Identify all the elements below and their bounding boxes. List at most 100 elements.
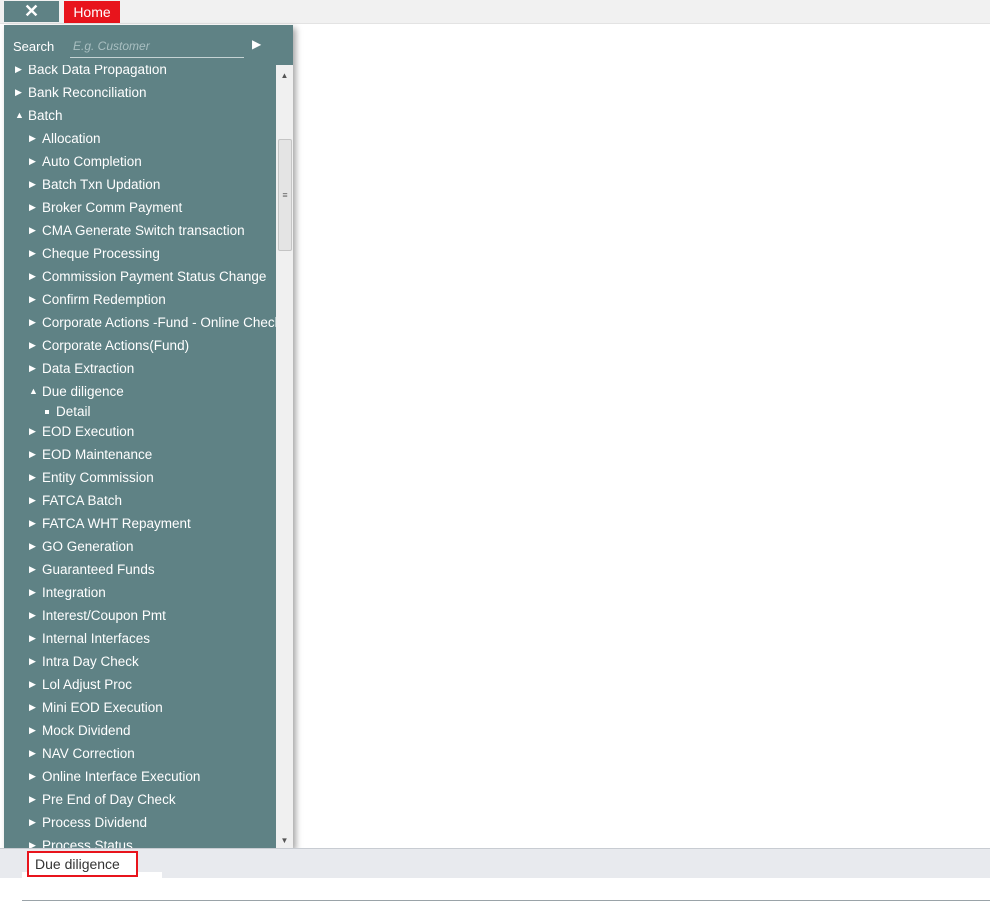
menu-item-label: Intra Day Check (42, 654, 139, 669)
menu-item-bank-reconciliation[interactable]: ▶ Bank Reconciliation (4, 81, 276, 104)
menu-item-auto-completion[interactable]: ▶ Auto Completion (4, 150, 276, 173)
home-tab-label: Home (73, 4, 111, 20)
menu-item-online-interface-execution[interactable]: ▶ Online Interface Execution (4, 765, 276, 788)
collapsed-arrow-icon[interactable]: ▶ (29, 420, 39, 443)
collapsed-arrow-icon[interactable]: ▶ (29, 811, 39, 834)
menu-item-label: Mini EOD Execution (42, 700, 163, 715)
scroll-thumb[interactable]: ≡ (278, 139, 292, 251)
collapsed-arrow-icon[interactable]: ▶ (29, 443, 39, 466)
menu-item-integration[interactable]: ▶ Integration (4, 581, 276, 604)
menu-item-batch[interactable]: ▲ Batch (4, 104, 276, 127)
collapsed-arrow-icon[interactable]: ▶ (29, 242, 39, 265)
menu-item-label: FATCA WHT Repayment (42, 516, 191, 531)
collapsed-arrow-icon[interactable]: ▶ (29, 581, 39, 604)
menu-item-label: Lol Adjust Proc (42, 677, 133, 692)
expanded-arrow-icon[interactable]: ▲ (15, 104, 25, 127)
collapsed-arrow-icon[interactable]: ▶ (29, 512, 39, 535)
collapsed-arrow-icon[interactable]: ▶ (29, 489, 39, 512)
menu-item-label: Corporate Actions(Fund) (42, 338, 190, 353)
collapsed-arrow-icon[interactable]: ▶ (29, 673, 39, 696)
task-tab-label: Due diligence (35, 856, 120, 872)
menu-item-lol-adjust-proc[interactable]: ▶ Lol Adjust Proc (4, 673, 276, 696)
menu-item-mock-dividend[interactable]: ▶ Mock Dividend (4, 719, 276, 742)
collapsed-arrow-icon[interactable]: ▶ (15, 81, 25, 104)
collapsed-arrow-icon[interactable]: ▶ (29, 466, 39, 489)
menu-item-broker-comm-payment[interactable]: ▶ Broker Comm Payment (4, 196, 276, 219)
collapsed-arrow-icon[interactable]: ▶ (29, 196, 39, 219)
collapsed-arrow-icon[interactable]: ▶ (15, 65, 25, 81)
play-icon[interactable]: ▶ (252, 37, 266, 53)
collapsed-arrow-icon[interactable]: ▶ (29, 742, 39, 765)
menu-item-fatca-batch[interactable]: ▶ FATCA Batch (4, 489, 276, 512)
menu-item-corporate-actions-fund-online-check[interactable]: ▶ Corporate Actions -Fund - Online Check (4, 311, 276, 334)
collapsed-arrow-icon[interactable]: ▶ (29, 650, 39, 673)
menu-item-mini-eod-execution[interactable]: ▶ Mini EOD Execution (4, 696, 276, 719)
menu-item-label: Integration (42, 585, 106, 600)
collapsed-arrow-icon[interactable]: ▶ (29, 311, 39, 334)
collapsed-arrow-icon[interactable]: ▶ (29, 334, 39, 357)
menu-item-batch-txn-updation[interactable]: ▶ Batch Txn Updation (4, 173, 276, 196)
collapsed-arrow-icon[interactable]: ▶ (29, 535, 39, 558)
menu-item-back-data-propagation[interactable]: ▶ Back Data Propagation (4, 65, 276, 81)
menu-item-eod-execution[interactable]: ▶ EOD Execution (4, 420, 276, 443)
menu-item-interest-coupon-pmt[interactable]: ▶ Interest/Coupon Pmt (4, 604, 276, 627)
collapsed-arrow-icon[interactable]: ▶ (29, 357, 39, 380)
collapsed-arrow-icon[interactable]: ▶ (29, 173, 39, 196)
menu-item-eod-maintenance[interactable]: ▶ EOD Maintenance (4, 443, 276, 466)
expanded-arrow-icon[interactable]: ▲ (29, 380, 39, 403)
menu-item-entity-commission[interactable]: ▶ Entity Commission (4, 466, 276, 489)
scroll-down-arrow-icon[interactable]: ▼ (276, 832, 293, 848)
collapsed-arrow-icon[interactable]: ▶ (29, 127, 39, 150)
menu-tree-list: ▶ Back Data Propagation ▶ Bank Reconciliati… (4, 65, 276, 848)
menu-item-guaranteed-funds[interactable]: ▶ Guaranteed Funds (4, 558, 276, 581)
menu-item-label: CMA Generate Switch transaction (42, 223, 245, 238)
close-button[interactable]: ✕ (4, 1, 59, 22)
menu-item-label: Data Extraction (42, 361, 135, 376)
menu-item-pre-end-of-day-check[interactable]: ▶ Pre End of Day Check (4, 788, 276, 811)
menu-item-label: Allocation (42, 131, 101, 146)
bottom-task-bar (0, 848, 990, 878)
search-bar: Search ▶ (4, 25, 293, 65)
menu-item-process-status[interactable]: ▶ Process Status (4, 834, 276, 848)
menu-item-label: Broker Comm Payment (42, 200, 183, 215)
collapsed-arrow-icon[interactable]: ▶ (29, 719, 39, 742)
collapsed-arrow-icon[interactable]: ▶ (29, 765, 39, 788)
home-tab[interactable]: Home (64, 1, 120, 23)
collapsed-arrow-icon[interactable]: ▶ (29, 696, 39, 719)
menu-item-go-generation[interactable]: ▶ GO Generation (4, 535, 276, 558)
menu-item-label: NAV Correction (42, 746, 135, 761)
search-input[interactable] (70, 35, 244, 58)
collapsed-arrow-icon[interactable]: ▶ (29, 788, 39, 811)
menu-item-label: Process Dividend (42, 815, 148, 830)
bullet-icon (45, 410, 49, 414)
scroll-up-arrow-icon[interactable]: ▲ (276, 67, 293, 83)
menu-item-confirm-redemption[interactable]: ▶ Confirm Redemption (4, 288, 276, 311)
collapsed-arrow-icon[interactable]: ▶ (29, 834, 39, 848)
collapsed-arrow-icon[interactable]: ▶ (29, 604, 39, 627)
menu-scrollbar[interactable]: ▲ ≡ ▼ (276, 65, 293, 848)
collapsed-arrow-icon[interactable]: ▶ (29, 265, 39, 288)
menu-item-fatca-wht-repayment[interactable]: ▶ FATCA WHT Repayment (4, 512, 276, 535)
collapsed-arrow-icon[interactable]: ▶ (29, 627, 39, 650)
menu-tree: ▶ Back Data Propagation ▶ Bank Reconciliati… (4, 65, 276, 848)
menu-item-corporate-actions-fund[interactable]: ▶ Corporate Actions(Fund) (4, 334, 276, 357)
menu-item-label: Detail (56, 404, 91, 419)
collapsed-arrow-icon[interactable]: ▶ (29, 558, 39, 581)
menu-item-data-extraction[interactable]: ▶ Data Extraction (4, 357, 276, 380)
collapsed-arrow-icon[interactable]: ▶ (29, 150, 39, 173)
menu-item-nav-correction[interactable]: ▶ NAV Correction (4, 742, 276, 765)
collapsed-arrow-icon[interactable]: ▶ (29, 219, 39, 242)
menu-item-internal-interfaces[interactable]: ▶ Internal Interfaces (4, 627, 276, 650)
menu-item-due-diligence[interactable]: ▲ Due diligence (4, 380, 276, 403)
menu-item-intra-day-check[interactable]: ▶ Intra Day Check (4, 650, 276, 673)
menu-item-label: Guaranteed Funds (42, 562, 155, 577)
menu-item-allocation[interactable]: ▶ Allocation (4, 127, 276, 150)
task-tab-due-diligence[interactable]: Due diligence (27, 851, 138, 877)
collapsed-arrow-icon[interactable]: ▶ (29, 288, 39, 311)
menu-item-cma-generate-switch-transaction[interactable]: ▶ CMA Generate Switch transaction (4, 219, 276, 242)
menu-item-process-dividend[interactable]: ▶ Process Dividend (4, 811, 276, 834)
menu-item-detail[interactable]: Detail (4, 403, 276, 420)
menu-item-commission-payment-status-change[interactable]: ▶ Commission Payment Status Change (4, 265, 276, 288)
menu-item-cheque-processing[interactable]: ▶ Cheque Processing (4, 242, 276, 265)
menu-item-label: Auto Completion (42, 154, 142, 169)
